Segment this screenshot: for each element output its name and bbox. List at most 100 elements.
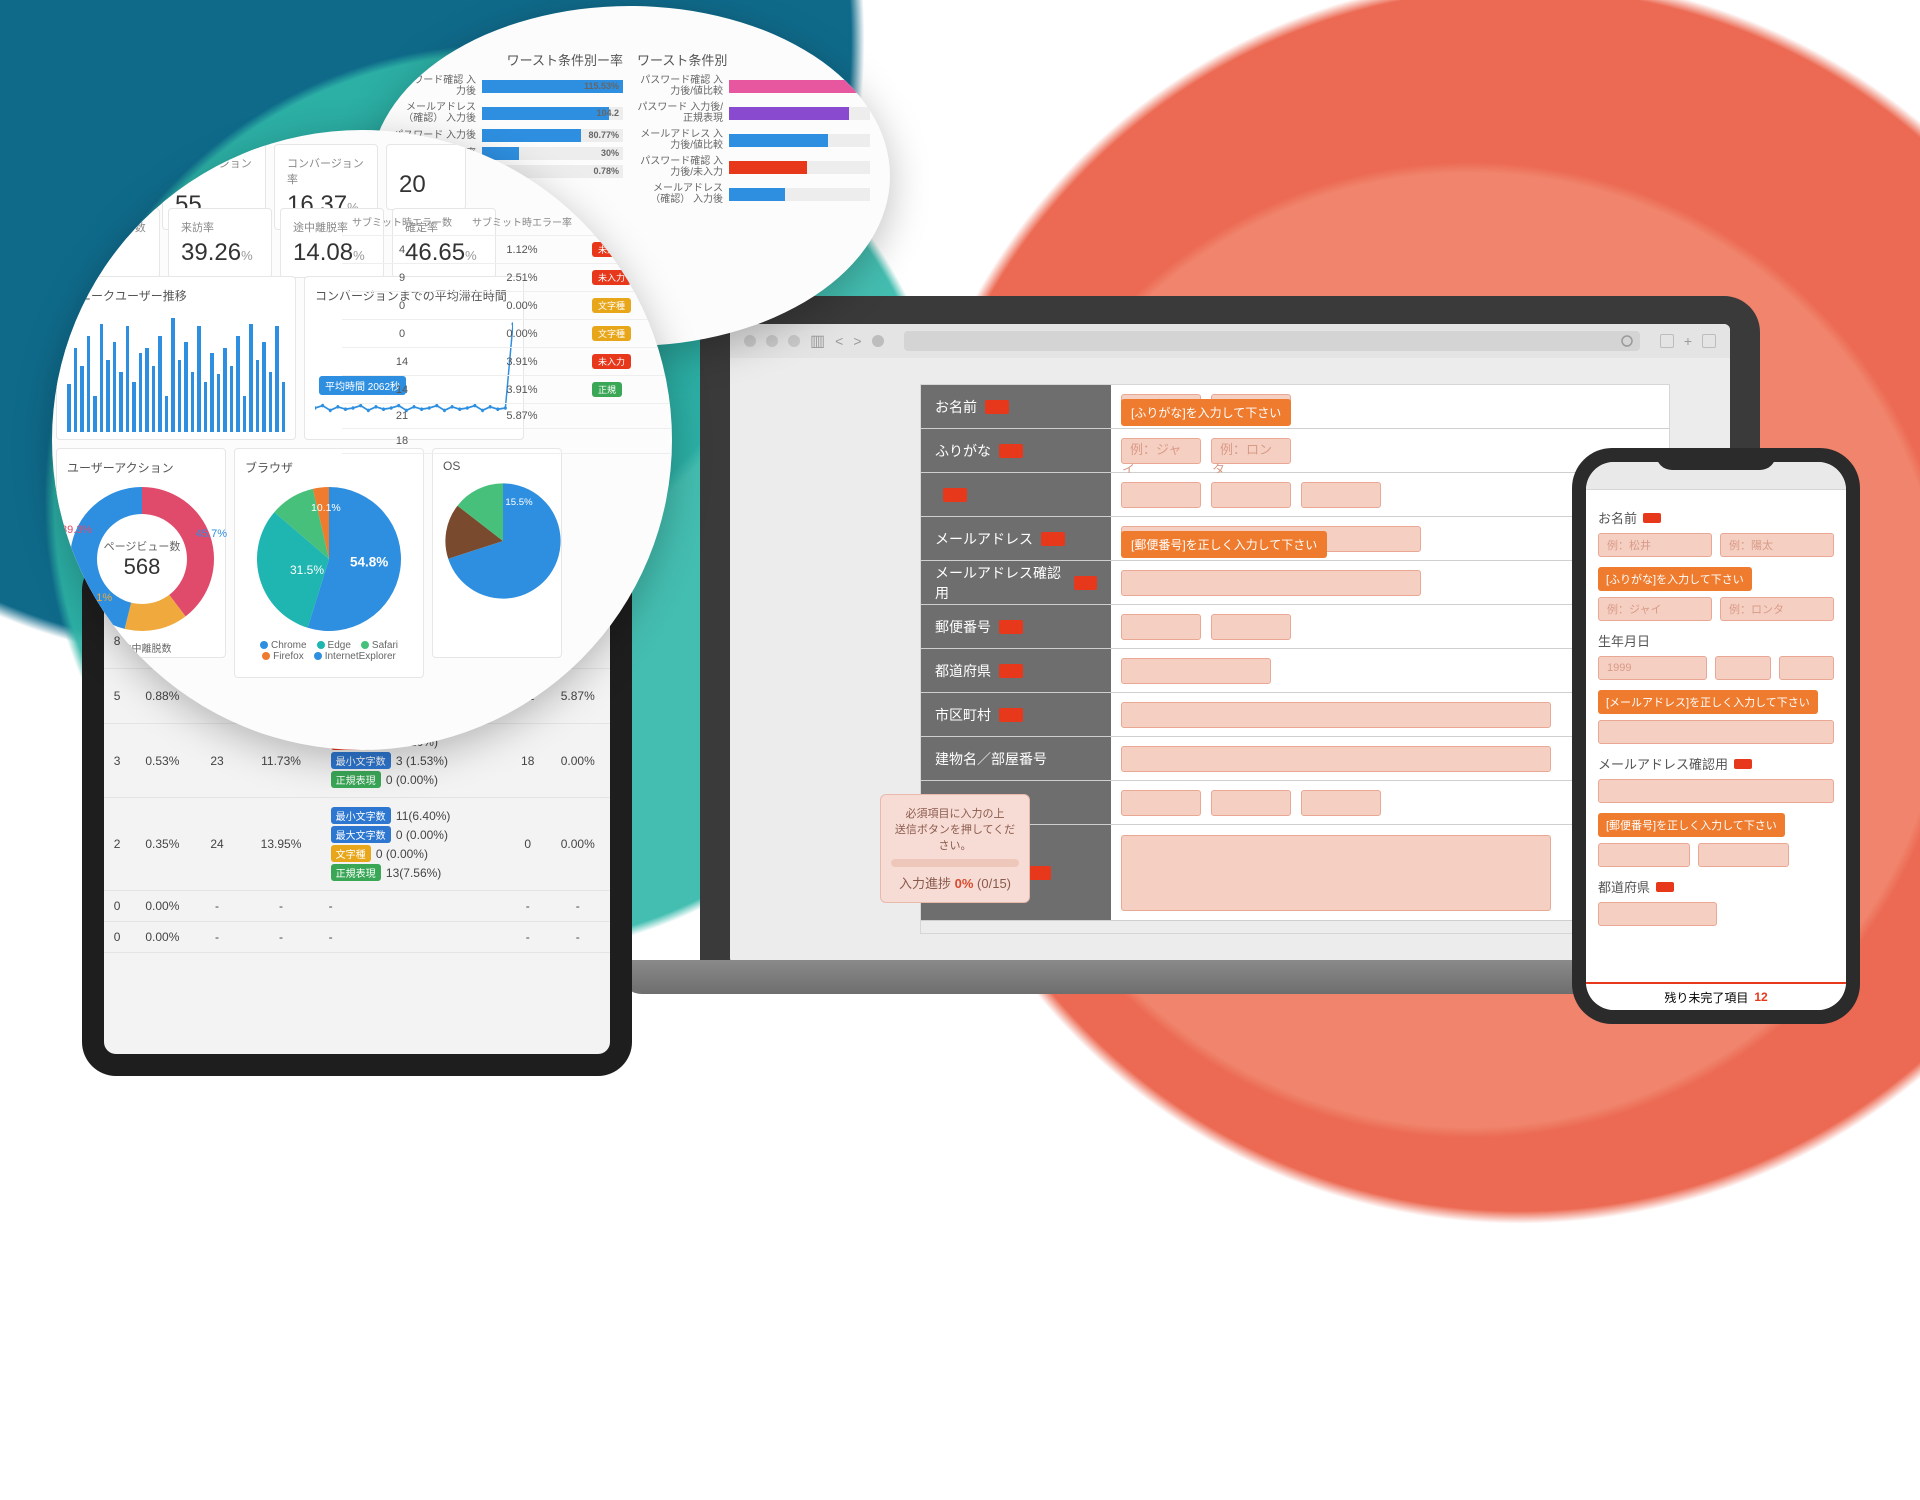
row-bldg: 建物名／部屋番号	[921, 737, 1669, 781]
progress-text2: 送信ボタンを押してください。	[891, 821, 1019, 853]
phone-notch	[1656, 448, 1776, 470]
p-tip-zip: [郵便番号]を正しく入力して下さい	[1598, 813, 1785, 837]
input-furi-mei[interactable]: 例：ロンタ	[1211, 438, 1291, 464]
p-input-zip2[interactable]	[1698, 843, 1790, 867]
required-badge	[943, 488, 967, 502]
p-input-zip1[interactable]	[1598, 843, 1690, 867]
progress-popup: 必須項目に入力の上 送信ボタンを押してください。 入力進捗 0% (0/15)	[880, 794, 1030, 903]
tooltip-zip: [郵便番号]を正しく入力して下さい	[1121, 531, 1327, 558]
row-pref: 都道府県	[921, 649, 1669, 693]
p-input-day[interactable]	[1779, 656, 1835, 680]
p-label-mail2: メールアドレス確認用	[1598, 754, 1728, 773]
phone-frame: お名前 例：松井例：陽太 [ふりがな]を入力して下さい 例：ジャイ例：ロンタ 生…	[1572, 448, 1860, 1024]
row-name: お名前 例：松井例：陽太	[921, 385, 1669, 429]
label-bldg: 建物名／部屋番号	[935, 749, 1047, 769]
p-input-month[interactable]	[1715, 656, 1771, 680]
panel-user-action: ユーザーアクション 39.3% 45.7% 14.1% ページビュー数568 途…	[56, 448, 226, 658]
hbar-row: パスワード 入力後/正規表現	[637, 102, 870, 124]
p-input-pref[interactable]	[1598, 902, 1717, 926]
required-badge	[1656, 882, 1674, 892]
nav-reload-icon[interactable]	[872, 335, 884, 347]
row-inquiry: お問合せ内容	[921, 825, 1669, 921]
progress-text1: 必須項目に入力の上	[891, 805, 1019, 821]
p-input-mail2[interactable]	[1598, 779, 1834, 803]
svg-text:54.8%: 54.8%	[350, 555, 388, 570]
input-extra3[interactable]	[1301, 482, 1381, 508]
label-zip: 郵便番号	[935, 617, 991, 637]
add-tab-icon[interactable]: +	[1684, 333, 1692, 349]
input-mail2[interactable]	[1121, 570, 1421, 596]
panel-browser: ブラウザ 54.8% 31.5% 10.1% ChromeEdgeSafariF…	[234, 448, 424, 678]
required-badge	[1074, 576, 1097, 590]
p-input-mei[interactable]: 例：陽太	[1720, 533, 1834, 557]
svg-text:31.5%: 31.5%	[290, 563, 324, 577]
nav-fwd-icon[interactable]: >	[853, 333, 861, 349]
required-badge	[1643, 513, 1661, 523]
hbar-row: パスワード確認 入力後/値比較	[637, 75, 870, 97]
input-extra2[interactable]	[1211, 482, 1291, 508]
required-badge	[1027, 866, 1051, 880]
input-pref[interactable]	[1121, 658, 1271, 684]
p-input-fsei[interactable]: 例：ジャイ	[1598, 597, 1712, 621]
table-row: 00.00%-- ---	[104, 922, 610, 953]
svg-text:10.1%: 10.1%	[311, 502, 341, 514]
chart-os-pie: 15.5%	[443, 481, 563, 601]
p-input-mail[interactable]	[1598, 720, 1834, 744]
input-furi-sei[interactable]: 例：ジャイ	[1121, 438, 1201, 464]
input-city[interactable]	[1121, 702, 1551, 728]
window-close-icon[interactable]	[744, 335, 756, 347]
window-min-icon[interactable]	[766, 335, 778, 347]
input-zip1[interactable]	[1121, 614, 1201, 640]
required-badge	[999, 708, 1023, 722]
chart-browser-pie: 54.8% 31.5% 10.1%	[254, 484, 404, 634]
label-furigana: ふりがな	[935, 441, 991, 461]
copy-icon[interactable]	[1702, 334, 1716, 348]
row-furigana: ふりがな 例：ジャイ例：ロンタ	[921, 429, 1669, 473]
required-badge	[999, 664, 1023, 678]
hbar-row: メールアドレス 入力後/値比較	[637, 129, 870, 151]
required-badge	[999, 444, 1023, 458]
chart-unique-users	[67, 312, 285, 432]
required-badge	[1041, 532, 1065, 546]
address-bar[interactable]	[904, 331, 1640, 351]
p-label-dob: 生年月日	[1598, 631, 1650, 650]
svg-text:15.5%: 15.5%	[505, 497, 533, 508]
p-tip-mail: [メールアドレス]を正しく入力して下さい	[1598, 690, 1818, 714]
table-row: 20.35%2413.95% 最小文字数 11(6.40%)最大文字数 0 (0…	[104, 798, 610, 891]
label-name: お名前	[935, 397, 977, 417]
label-city: 市区町村	[935, 705, 991, 725]
row-city: 市区町村	[921, 693, 1669, 737]
p-input-fmei[interactable]: 例：ロンタ	[1720, 597, 1834, 621]
hbar-row: パスワード確認 入力後/未入力	[637, 156, 870, 178]
table-row: 00.00%-- ---	[104, 891, 610, 922]
input-inquiry[interactable]	[1121, 835, 1551, 911]
input-tel3[interactable]	[1301, 790, 1381, 816]
p-label-pref: 都道府県	[1598, 877, 1650, 896]
input-bldg[interactable]	[1121, 746, 1551, 772]
hbar-row: メールアドレス（確認） 入力後	[637, 183, 870, 205]
row-extra	[921, 473, 1669, 517]
tabs-icon[interactable]	[1660, 334, 1674, 348]
p-input-year[interactable]: 1999	[1598, 656, 1707, 680]
kpi-pv: 568	[69, 239, 147, 267]
phone-footer: 残り未完了項目12	[1586, 982, 1846, 1010]
input-tel2[interactable]	[1211, 790, 1291, 816]
nav-back-icon[interactable]: <	[835, 333, 843, 349]
input-extra1[interactable]	[1121, 482, 1201, 508]
p-input-sei[interactable]: 例：松井	[1598, 533, 1712, 557]
required-badge	[985, 400, 1009, 414]
p-label-name: お名前	[1598, 508, 1637, 527]
chart-user-action-donut: 39.3% 45.7% 14.1% ページビュー数568	[67, 484, 217, 634]
required-badge	[1734, 759, 1752, 769]
window-max-icon[interactable]	[788, 335, 800, 347]
required-badge	[999, 620, 1023, 634]
chart-worst-cond: ワースト条件別 パスワード確認 入力後/値比較 パスワード 入力後/正規表現 メ…	[637, 50, 870, 210]
sidebar-toggle-icon[interactable]: ▥	[810, 331, 825, 351]
browser-toolbar: ▥ < > +	[730, 324, 1730, 358]
contact-form: [ふりがな]を入力して下さい [郵便番号]を正しく入力して下さい お名前 例：松…	[920, 384, 1670, 934]
submit-error-table: サブミット時エラー数サブミット時エラー率サブミット時条件41.12%未入力 4(…	[342, 208, 672, 454]
input-tel1[interactable]	[1121, 790, 1201, 816]
label-mail: メールアドレス	[935, 529, 1033, 549]
magnifier-main: コンバージョン数55 コンバージョン率16.37% 20 ページビュー数568 …	[52, 130, 672, 750]
input-zip2[interactable]	[1211, 614, 1291, 640]
